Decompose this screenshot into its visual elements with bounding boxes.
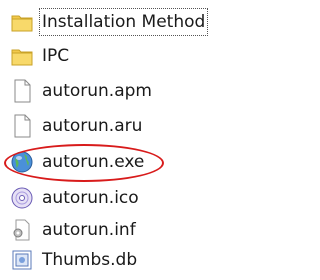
document-icon — [10, 78, 34, 104]
file-item-autorun-exe[interactable]: autorun.exe — [10, 146, 146, 178]
document-icon — [10, 113, 34, 139]
file-item-ipc[interactable]: IPC — [10, 40, 71, 72]
file-name: IPC — [42, 46, 70, 66]
file-list: Installation Method IPC autorun.apm auto… — [0, 0, 258, 280]
settings-file-icon — [10, 217, 34, 243]
disc-icon — [10, 185, 34, 211]
file-item-autorun-ico[interactable]: autorun.ico — [10, 182, 141, 214]
file-item-installation-method[interactable]: Installation Method — [10, 6, 209, 38]
file-item-thumbs-db[interactable]: Thumbs.db — [10, 244, 139, 276]
folder-icon — [10, 43, 34, 69]
file-name: Thumbs.db — [42, 250, 138, 270]
file-name: Installation Method — [38, 8, 209, 36]
application-globe-icon — [10, 149, 34, 175]
file-name: autorun.aru — [42, 116, 143, 136]
thumbnail-db-icon — [10, 247, 34, 273]
file-name: autorun.ico — [42, 188, 139, 208]
file-item-autorun-apm[interactable]: autorun.apm — [10, 75, 154, 107]
file-name: autorun.exe — [42, 152, 145, 172]
folder-icon — [10, 9, 34, 35]
file-name: autorun.apm — [42, 81, 152, 101]
file-item-autorun-aru[interactable]: autorun.aru — [10, 110, 144, 142]
file-item-autorun-inf[interactable]: autorun.inf — [10, 214, 138, 246]
file-name: autorun.inf — [42, 220, 136, 240]
